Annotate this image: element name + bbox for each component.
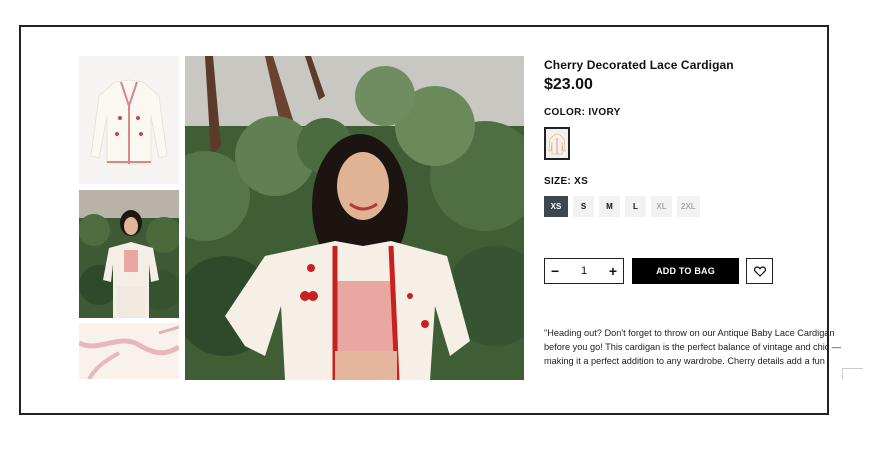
heart-icon [753, 265, 766, 277]
thumbnail-detail-closeup[interactable] [79, 323, 179, 379]
size-option-l[interactable]: L [625, 196, 646, 217]
thumbnail-product-flat[interactable] [79, 56, 179, 184]
product-description: "Heading out? Don't forget to throw on o… [544, 328, 842, 366]
color-label: COLOR: IVORY [544, 107, 621, 118]
quantity-value[interactable]: 1 [581, 265, 587, 277]
wishlist-button[interactable] [746, 258, 773, 284]
cardigan-swatch-icon [548, 133, 566, 154]
size-option-xs[interactable]: XS [544, 196, 568, 217]
size-label: SIZE: XS [544, 176, 589, 187]
color-swatch-ivory[interactable] [544, 127, 570, 160]
minus-icon[interactable]: − [551, 264, 559, 278]
product-title: Cherry Decorated Lace Cardigan [544, 58, 734, 72]
size-option-m[interactable]: M [599, 196, 620, 217]
quantity-stepper: − 1 + [544, 258, 624, 284]
plus-icon[interactable]: + [609, 264, 617, 278]
thumbnail-model-photo[interactable] [79, 190, 179, 318]
product-price: $23.00 [544, 76, 593, 93]
size-option-s[interactable]: S [573, 196, 594, 217]
size-selector: XS S M L XL 2XL [544, 196, 700, 217]
add-to-bag-button[interactable]: ADD TO BAG [632, 258, 739, 284]
size-option-xl[interactable]: XL [651, 196, 672, 217]
main-product-photo [185, 56, 524, 380]
frame-corner-decoration [842, 368, 863, 379]
size-option-2xl[interactable]: 2XL [677, 196, 700, 217]
